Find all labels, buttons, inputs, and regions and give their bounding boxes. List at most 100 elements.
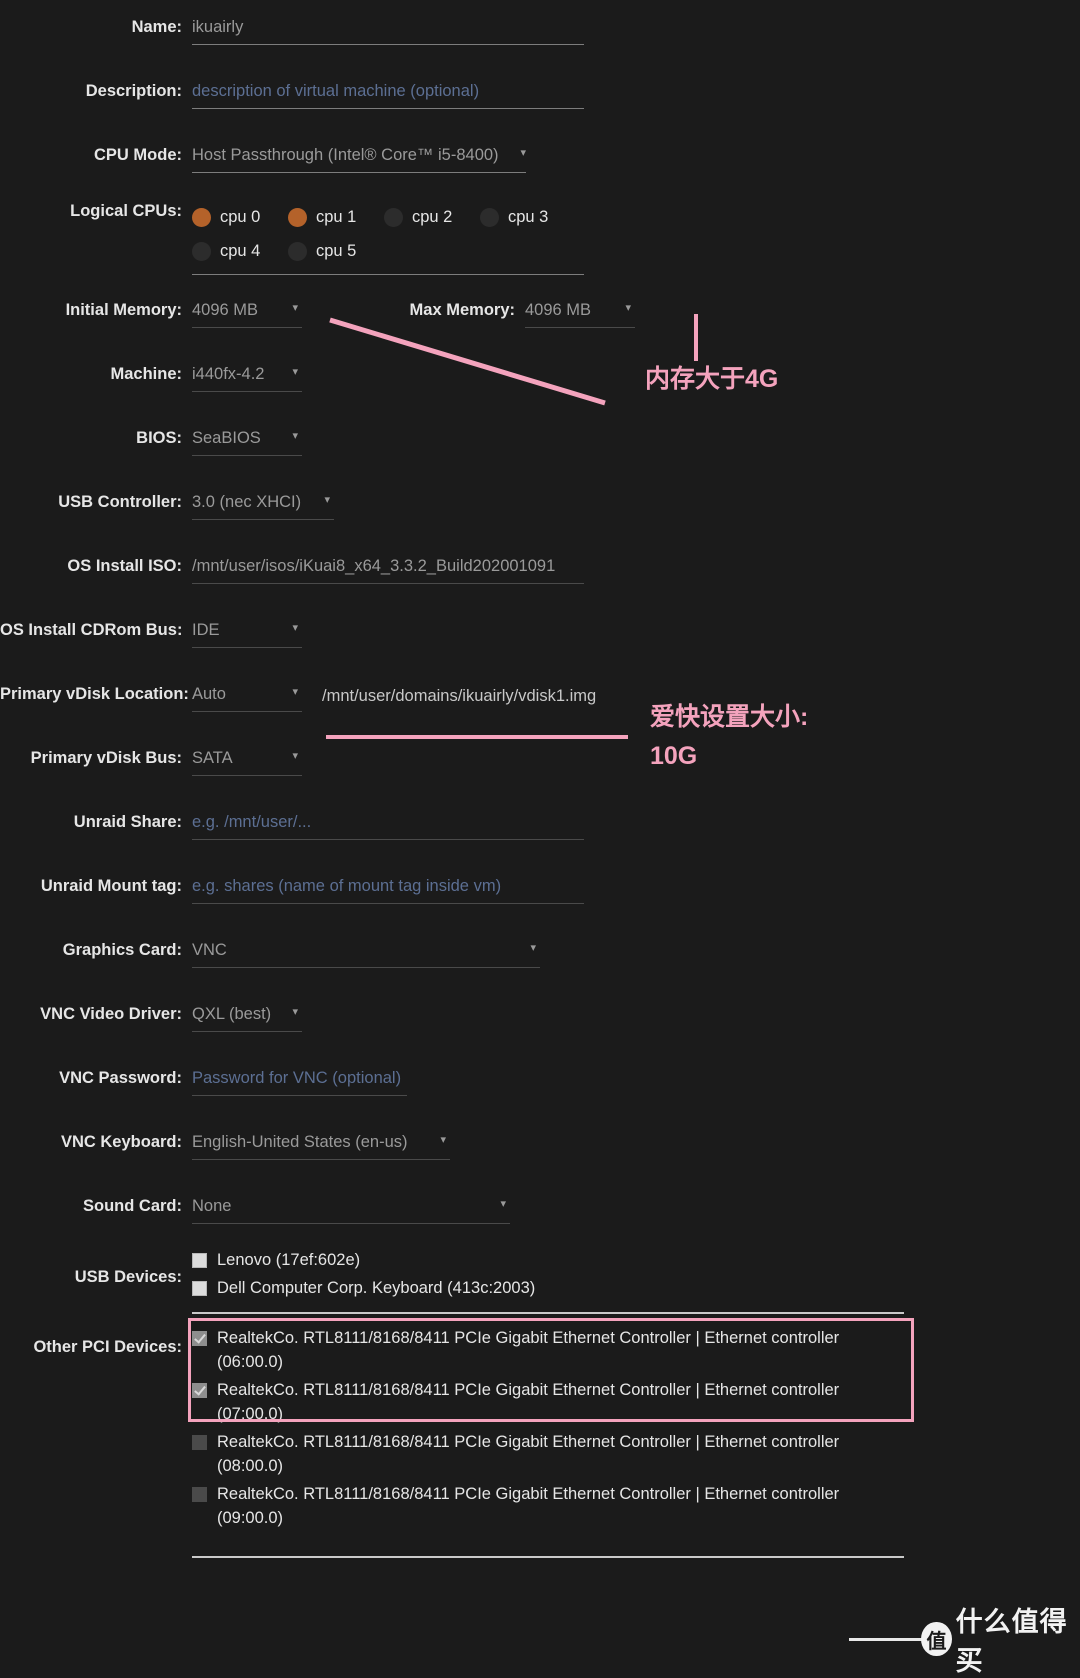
os-install-cdrom-bus-field-wrap: IDE ▾ <box>192 619 1080 653</box>
usb-controller-select[interactable]: 3.0 (nec XHCI) ▾ <box>192 491 334 520</box>
form-row-sound-card: Sound Card: None ▾ <box>0 1195 1080 1229</box>
pci-device-item[interactable]: RealtekCo. RTL8111/8168/8411 PCIe Gigabi… <box>192 1430 904 1478</box>
vnc-video-driver-value: QXL (best) <box>192 1003 302 1032</box>
initial-memory-label: Initial Memory: <box>65 301 182 319</box>
logical-cpus-list: cpu 0 cpu 1 cpu 2 cpu 3 cpu 4 cpu 5 <box>192 200 584 275</box>
unraid-share-field-wrap: e.g. /mnt/user/... <box>192 811 1080 840</box>
checkbox-icon[interactable] <box>192 1435 207 1450</box>
cpu-toggle-2[interactable]: cpu 2 <box>384 207 480 227</box>
usb-device-label: Dell Computer Corp. Keyboard (413c:2003) <box>217 1279 536 1297</box>
vnc-password-input[interactable]: Password for VNC (optional) <box>192 1067 407 1096</box>
primary-vdisk-path-input[interactable]: /mnt/user/domains/ikuairly/vdisk1.img <box>322 685 596 707</box>
cpu-toggle-4[interactable]: cpu 4 <box>192 241 288 261</box>
vnc-video-driver-field-wrap: QXL (best) ▾ <box>192 1003 1080 1037</box>
vnc-video-driver-label: VNC Video Driver: <box>40 1005 182 1023</box>
cpu-label: cpu 0 <box>220 208 261 226</box>
memory-annotation-text: 内存大于4G <box>645 365 779 393</box>
primary-vdisk-location-select[interactable]: Auto ▾ <box>192 683 302 712</box>
cpu-toggle-3[interactable]: cpu 3 <box>480 207 576 227</box>
machine-field-wrap: i440fx-4.2 ▾ <box>192 363 1080 397</box>
vdisk-annotation-line2: 10G <box>650 742 698 770</box>
bottom-divider <box>192 1556 904 1558</box>
unraid-mount-tag-label: Unraid Mount tag: <box>40 877 182 895</box>
watermark: 值 什么值得买 <box>849 1600 1080 1678</box>
form-row-name: Name: ikuairly <box>0 16 1080 45</box>
checkbox-icon[interactable] <box>192 1281 207 1296</box>
form-row-os-install-iso: OS Install ISO: /mnt/user/isos/iKuai8_x6… <box>0 555 1080 584</box>
usb-devices-field-wrap: Lenovo (17ef:602e) Dell Computer Corp. K… <box>192 1248 1080 1314</box>
graphics-card-select[interactable]: VNC ▾ <box>192 939 540 968</box>
graphics-card-field-wrap: VNC ▾ <box>192 939 1080 973</box>
sound-card-value: None <box>192 1195 510 1224</box>
pci-device-item[interactable]: RealtekCo. RTL8111/8168/8411 PCIe Gigabi… <box>192 1482 904 1530</box>
pci-device-label: RealtekCo. RTL8111/8168/8411 PCIe Gigabi… <box>217 1329 840 1371</box>
bios-value: SeaBIOS <box>192 427 302 456</box>
usb-device-item[interactable]: Lenovo (17ef:602e) <box>192 1248 904 1272</box>
cpu-toggle-0[interactable]: cpu 0 <box>192 207 288 227</box>
cpu-mode-select[interactable]: Host Passthrough (Intel® Core™ i5-8400) … <box>192 144 526 173</box>
cpu-label: cpu 4 <box>220 242 261 260</box>
cpu-mode-label: CPU Mode: <box>94 146 182 164</box>
vdisk-underline <box>326 735 628 739</box>
checkbox-icon[interactable] <box>192 1487 207 1502</box>
usb-device-item[interactable]: Dell Computer Corp. Keyboard (413c:2003) <box>192 1276 904 1300</box>
os-install-cdrom-bus-select[interactable]: IDE ▾ <box>192 619 302 648</box>
description-field-wrap: description of virtual machine (optional… <box>192 80 1080 109</box>
vnc-password-label: VNC Password: <box>59 1069 182 1087</box>
vnc-keyboard-value: English-United States (en-us) <box>192 1131 450 1160</box>
machine-select[interactable]: i440fx-4.2 ▾ <box>192 363 302 392</box>
checkbox-icon[interactable] <box>192 1331 207 1346</box>
unraid-mount-tag-field-wrap: e.g. shares (name of mount tag inside vm… <box>192 875 1080 904</box>
cpu-label: cpu 3 <box>508 208 549 226</box>
usb-controller-label: USB Controller: <box>58 493 182 511</box>
unraid-share-input[interactable]: e.g. /mnt/user/... <box>192 811 584 840</box>
watermark-bar-icon <box>849 1637 926 1641</box>
form-row-bios: BIOS: SeaBIOS ▾ <box>0 427 1080 461</box>
vnc-password-field-wrap: Password for VNC (optional) <box>192 1067 1080 1096</box>
primary-vdisk-bus-select[interactable]: SATA ▾ <box>192 747 302 776</box>
pci-device-item[interactable]: RealtekCo. RTL8111/8168/8411 PCIe Gigabi… <box>192 1378 904 1426</box>
cpu-label: cpu 1 <box>316 208 357 226</box>
os-install-iso-input[interactable]: /mnt/user/isos/iKuai8_x64_3.3.2_Build202… <box>192 555 584 584</box>
sound-card-select[interactable]: None ▾ <box>192 1195 510 1224</box>
description-input[interactable]: description of virtual machine (optional… <box>192 80 584 109</box>
machine-value: i440fx-4.2 <box>192 363 302 392</box>
other-pci-devices-list: RealtekCo. RTL8111/8168/8411 PCIe Gigabi… <box>192 1326 904 1530</box>
cpu-toggle-1[interactable]: cpu 1 <box>288 207 384 227</box>
form-row-machine: Machine: i440fx-4.2 ▾ <box>0 363 1080 397</box>
max-memory-value: 4096 MB <box>525 299 635 328</box>
checkbox-icon[interactable] <box>192 1253 207 1268</box>
cpu-dot-icon <box>192 207 211 227</box>
name-input[interactable]: ikuairly <box>192 16 584 45</box>
bios-field-wrap: SeaBIOS ▾ <box>192 427 1080 461</box>
vnc-video-driver-select[interactable]: QXL (best) ▾ <box>192 1003 302 1032</box>
max-memory-select[interactable]: 4096 MB ▾ <box>525 299 635 328</box>
initial-memory-select[interactable]: 4096 MB ▾ <box>192 299 302 328</box>
cpu-dot-icon <box>288 241 307 261</box>
pci-device-item[interactable]: RealtekCo. RTL8111/8168/8411 PCIe Gigabi… <box>192 1326 904 1374</box>
vnc-keyboard-field-wrap: English-United States (en-us) ▾ <box>192 1131 1080 1165</box>
form-row-description: Description: description of virtual mach… <box>0 80 1080 109</box>
primary-vdisk-location-value: Auto <box>192 683 302 712</box>
unraid-mount-tag-input[interactable]: e.g. shares (name of mount tag inside vm… <box>192 875 584 904</box>
vnc-keyboard-select[interactable]: English-United States (en-us) ▾ <box>192 1131 450 1160</box>
logical-cpus-label: Logical CPUs: <box>70 202 182 220</box>
os-install-cdrom-bus-label: OS Install CDRom Bus: <box>0 621 183 639</box>
cpu-dot-icon <box>192 241 211 261</box>
watermark-badge-icon: 值 <box>921 1622 952 1656</box>
max-memory-caret-line <box>694 314 698 361</box>
usb-controller-value: 3.0 (nec XHCI) <box>192 491 334 520</box>
form-row-usb-controller: USB Controller: 3.0 (nec XHCI) ▾ <box>0 491 1080 525</box>
sound-card-label: Sound Card: <box>83 1197 182 1215</box>
cpu-dot-icon <box>384 207 403 227</box>
cpu-dot-icon <box>288 207 307 227</box>
form-row-cpu-mode: CPU Mode: Host Passthrough (Intel® Core™… <box>0 144 1080 178</box>
checkbox-icon[interactable] <box>192 1383 207 1398</box>
cpu-toggle-5[interactable]: cpu 5 <box>288 241 384 261</box>
form-row-unraid-share: Unraid Share: e.g. /mnt/user/... <box>0 811 1080 840</box>
pci-device-label: RealtekCo. RTL8111/8168/8411 PCIe Gigabi… <box>217 1433 840 1475</box>
form-row-graphics-card: Graphics Card: VNC ▾ <box>0 939 1080 973</box>
bios-select[interactable]: SeaBIOS ▾ <box>192 427 302 456</box>
unraid-share-label: Unraid Share: <box>73 813 182 831</box>
os-install-iso-field-wrap: /mnt/user/isos/iKuai8_x64_3.3.2_Build202… <box>192 555 1080 584</box>
